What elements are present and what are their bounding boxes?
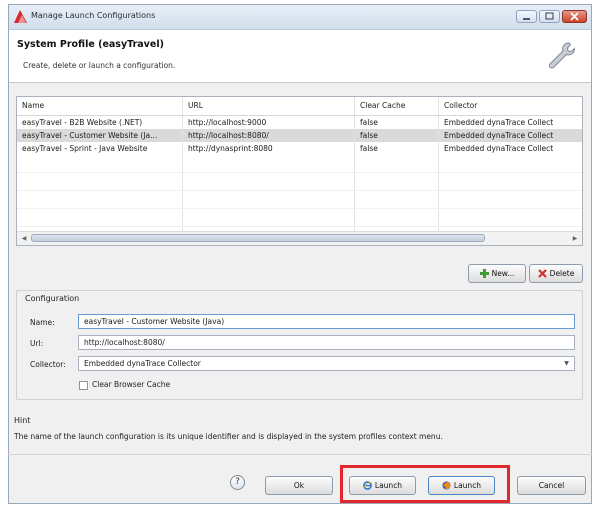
clear-browser-cache-label[interactable]: Clear Browser Cache [92, 380, 170, 389]
launch-buttons-highlight [340, 465, 510, 503]
profile-title: System Profile (easyTravel) [17, 39, 164, 50]
ok-button-label: Ok [293, 481, 305, 490]
empty-cell [183, 155, 355, 172]
hint-title: Hint [14, 416, 31, 425]
cell-url: http://localhost:8080/ [183, 129, 355, 142]
table-row[interactable]: easyTravel - Sprint - Java Website http:… [17, 142, 582, 155]
table-header: Name URL Clear Cache Collector [17, 97, 582, 116]
close-icon [570, 12, 579, 21]
column-header-collector[interactable]: Collector [439, 97, 582, 115]
cancel-button[interactable]: Cancel [517, 476, 586, 495]
scroll-right-icon[interactable]: ▶ [570, 234, 580, 243]
minimize-button[interactable] [516, 10, 537, 23]
empty-cell [439, 191, 582, 208]
chevron-down-icon[interactable]: ▼ [562, 359, 571, 368]
title-bar[interactable]: Manage Launch Configurations [9, 5, 591, 30]
empty-cell [17, 191, 183, 208]
empty-cell [355, 191, 439, 208]
scrollbar-thumb[interactable] [31, 234, 485, 242]
ok-button[interactable]: Ok [265, 476, 333, 495]
url-label: Url: [30, 339, 44, 348]
cell-collector: Embedded dynaTrace Collect [444, 144, 554, 153]
cell-clear-cache: false [355, 116, 439, 129]
empty-cell [183, 173, 355, 190]
table-row-selected[interactable]: easyTravel - Customer Website (Ja... htt… [17, 129, 582, 142]
close-button[interactable] [562, 10, 587, 23]
empty-cell [183, 191, 355, 208]
empty-cell [355, 155, 439, 172]
table-row-empty [17, 191, 582, 209]
delete-button-label: Delete [549, 269, 575, 278]
cell-url: http://dynasprint:8080 [183, 142, 355, 155]
dynatrace-app-icon [14, 10, 27, 23]
table-row-empty [17, 173, 582, 191]
empty-cell [355, 209, 439, 226]
name-input[interactable]: easyTravel - Customer Website (Java) [78, 314, 575, 329]
cell-collector: Embedded dynaTrace Collect [444, 118, 554, 127]
footer-divider [8, 454, 592, 455]
cell-clear-cache: false [355, 142, 439, 155]
cell-clear-cache: false [355, 129, 439, 142]
hint-text: The name of the launch configuration is … [14, 432, 443, 441]
window-title: Manage Launch Configurations [31, 11, 156, 20]
maximize-button[interactable] [539, 10, 560, 23]
maximize-icon [545, 12, 554, 20]
configuration-title: Configuration [25, 294, 80, 303]
new-button[interactable]: New... [468, 264, 526, 283]
profile-subtitle: Create, delete or launch a configuration… [23, 61, 176, 70]
cell-collector: Embedded dynaTrace Collect [444, 131, 554, 140]
minimize-icon [523, 18, 530, 20]
empty-cell [439, 173, 582, 190]
empty-cell [355, 173, 439, 190]
empty-cell [17, 173, 183, 190]
empty-cell [183, 209, 355, 226]
cell-name: easyTravel - B2B Website (.NET) [17, 116, 183, 129]
collector-select-value: Embedded dynaTrace Collector [84, 359, 201, 368]
collector-select[interactable]: Embedded dynaTrace Collector ▼ [78, 356, 575, 371]
delete-button[interactable]: Delete [529, 264, 583, 283]
column-header-name[interactable]: Name [17, 97, 183, 115]
table-row-empty [17, 155, 582, 173]
name-label: Name: [30, 318, 55, 327]
clear-browser-cache-checkbox[interactable] [79, 381, 88, 390]
cancel-button-label: Cancel [538, 481, 565, 490]
url-input[interactable]: http://localhost:8080/ [78, 335, 575, 350]
cell-url: http://localhost:9000 [183, 116, 355, 129]
table-row[interactable]: easyTravel - B2B Website (.NET) http://l… [17, 116, 582, 129]
empty-cell [17, 209, 183, 226]
table-row-empty [17, 209, 582, 227]
column-header-url[interactable]: URL [183, 97, 355, 115]
column-header-clear-cache[interactable]: Clear Cache [355, 97, 439, 115]
empty-cell [17, 155, 183, 172]
empty-cell [439, 209, 582, 226]
scroll-left-icon[interactable]: ◀ [19, 234, 29, 243]
cell-name: easyTravel - Customer Website (Ja... [17, 129, 183, 142]
delete-x-icon [537, 269, 547, 278]
empty-cell [439, 155, 582, 172]
wrench-icon [549, 42, 575, 69]
dialog-header: System Profile (easyTravel) Create, dele… [9, 30, 591, 83]
collector-label: Collector: [30, 360, 66, 369]
plus-icon [479, 269, 489, 278]
cell-name: easyTravel - Sprint - Java Website [17, 142, 183, 155]
new-button-label: New... [491, 269, 515, 278]
horizontal-scrollbar[interactable]: ◀ ▶ [17, 231, 582, 245]
help-button[interactable]: ? [230, 475, 245, 490]
launch-config-table[interactable]: Name URL Clear Cache Collector easyTrave… [16, 96, 583, 246]
dialog-window: Manage Launch Configurations System Prof… [8, 4, 592, 504]
